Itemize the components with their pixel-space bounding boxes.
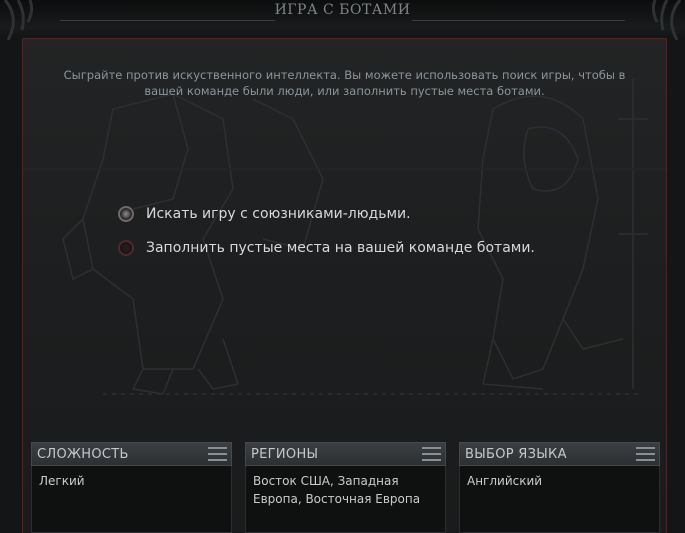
language-header: ВЫБОР ЯЗЫКА <box>459 442 660 466</box>
title-divider-left <box>60 20 275 21</box>
hamburger-menu-icon[interactable] <box>208 447 227 461</box>
regions-header: РЕГИОНЫ <box>245 442 446 466</box>
radio-fill-with-bots[interactable] <box>118 240 134 256</box>
language-value[interactable]: Английский <box>459 466 660 533</box>
mode-description: Сыграйте против искуственного интеллекта… <box>63 68 626 98</box>
difficulty-title: СЛОЖНОСТЬ <box>37 446 129 462</box>
window-title-bar: ИГРА С БОТАМИ <box>0 0 685 40</box>
radio-search-with-humans[interactable] <box>118 206 134 222</box>
title-divider-right <box>412 20 625 21</box>
difficulty-panel: СЛОЖНОСТЬ Легкий <box>31 442 232 533</box>
option-fill-with-bots[interactable]: Заполнить пустые места на вашей команде … <box>118 237 535 259</box>
language-title: ВЫБОР ЯЗЫКА <box>465 446 567 462</box>
regions-title: РЕГИОНЫ <box>251 446 319 462</box>
option-search-with-humans-label: Искать игру с союзниками-людьми. <box>146 206 411 222</box>
option-fill-with-bots-label: Заполнить пустые места на вашей команде … <box>146 240 535 256</box>
option-search-with-humans[interactable]: Искать игру с союзниками-людьми. <box>118 203 411 225</box>
difficulty-value[interactable]: Легкий <box>31 466 232 533</box>
thorn-ornament-icon <box>651 0 682 40</box>
window-title: ИГРА С БОТАМИ <box>274 2 411 18</box>
hamburger-menu-icon[interactable] <box>636 447 655 461</box>
language-panel: ВЫБОР ЯЗЫКА Английский <box>459 442 660 533</box>
bot-game-panel: Сыграйте против искуственного интеллекта… <box>22 38 667 533</box>
difficulty-header: СЛОЖНОСТЬ <box>31 442 232 466</box>
regions-panel: РЕГИОНЫ Восток США, Западная Европа, Вос… <box>245 442 446 533</box>
hamburger-menu-icon[interactable] <box>422 447 441 461</box>
regions-value[interactable]: Восток США, Западная Европа, Восточная Е… <box>245 466 446 533</box>
